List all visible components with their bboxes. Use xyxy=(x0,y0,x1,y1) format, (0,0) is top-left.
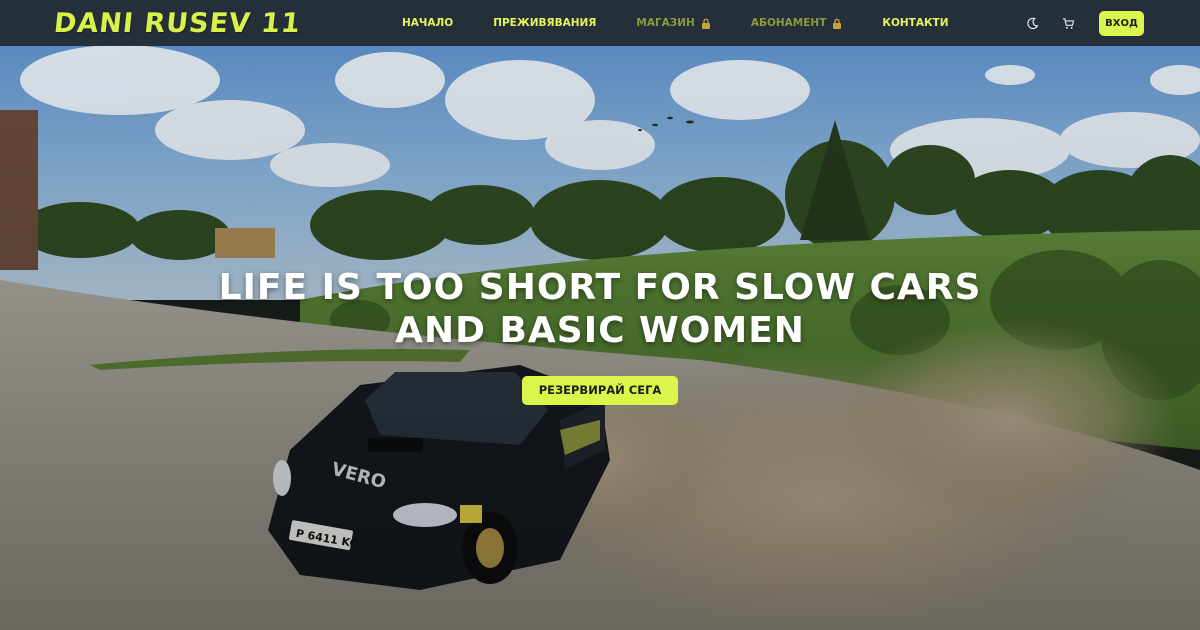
hero-title-line-2: AND BASIC WOMEN xyxy=(395,310,805,351)
hero-content: LIFE IS TOO SHORT FOR SLOW CARS AND BASI… xyxy=(0,266,1200,405)
nav-link-home[interactable]: НАЧАЛО xyxy=(402,17,453,29)
theme-toggle-button[interactable] xyxy=(1021,12,1043,34)
top-navbar: DANI RUSEV 11 НАЧАЛО ПРЕЖИВЯВАНИЯ МАГАЗИ… xyxy=(0,0,1200,46)
nav-link-label: МАГАЗИН xyxy=(636,17,695,29)
moon-icon xyxy=(1026,17,1038,29)
book-now-button[interactable]: РЕЗЕРВИРАЙ СЕГА xyxy=(521,376,679,405)
nav-actions: ВХОД xyxy=(1021,10,1144,36)
nav-link-label: АБОНАМЕНТ xyxy=(750,17,827,29)
lock-icon xyxy=(832,18,842,29)
cart-button[interactable] xyxy=(1057,12,1079,34)
nav-link-shop[interactable]: МАГАЗИН xyxy=(636,17,710,29)
lock-icon xyxy=(701,18,711,29)
brand-logo[interactable]: DANI RUSEV 11 xyxy=(52,8,302,39)
hero-title-line-1: LIFE IS TOO SHORT FOR SLOW CARS xyxy=(218,267,982,308)
nav-link-experiences[interactable]: ПРЕЖИВЯВАНИЯ xyxy=(493,17,596,29)
hero-title: LIFE IS TOO SHORT FOR SLOW CARS AND BASI… xyxy=(0,266,1200,352)
nav-link-contacts[interactable]: КОНТАКТИ xyxy=(882,17,948,29)
nav-links: НАЧАЛО ПРЕЖИВЯВАНИЯ МАГАЗИН АБОНАМЕНТ КО… xyxy=(402,17,988,29)
nav-link-label: КОНТАКТИ xyxy=(882,17,949,29)
nav-link-label: ПРЕЖИВЯВАНИЯ xyxy=(493,17,597,29)
cart-icon xyxy=(1062,17,1074,29)
nav-link-label: НАЧАЛО xyxy=(402,17,454,29)
nav-link-subscription[interactable]: АБОНАМЕНТ xyxy=(751,17,843,29)
login-button[interactable]: ВХОД xyxy=(1099,10,1144,36)
